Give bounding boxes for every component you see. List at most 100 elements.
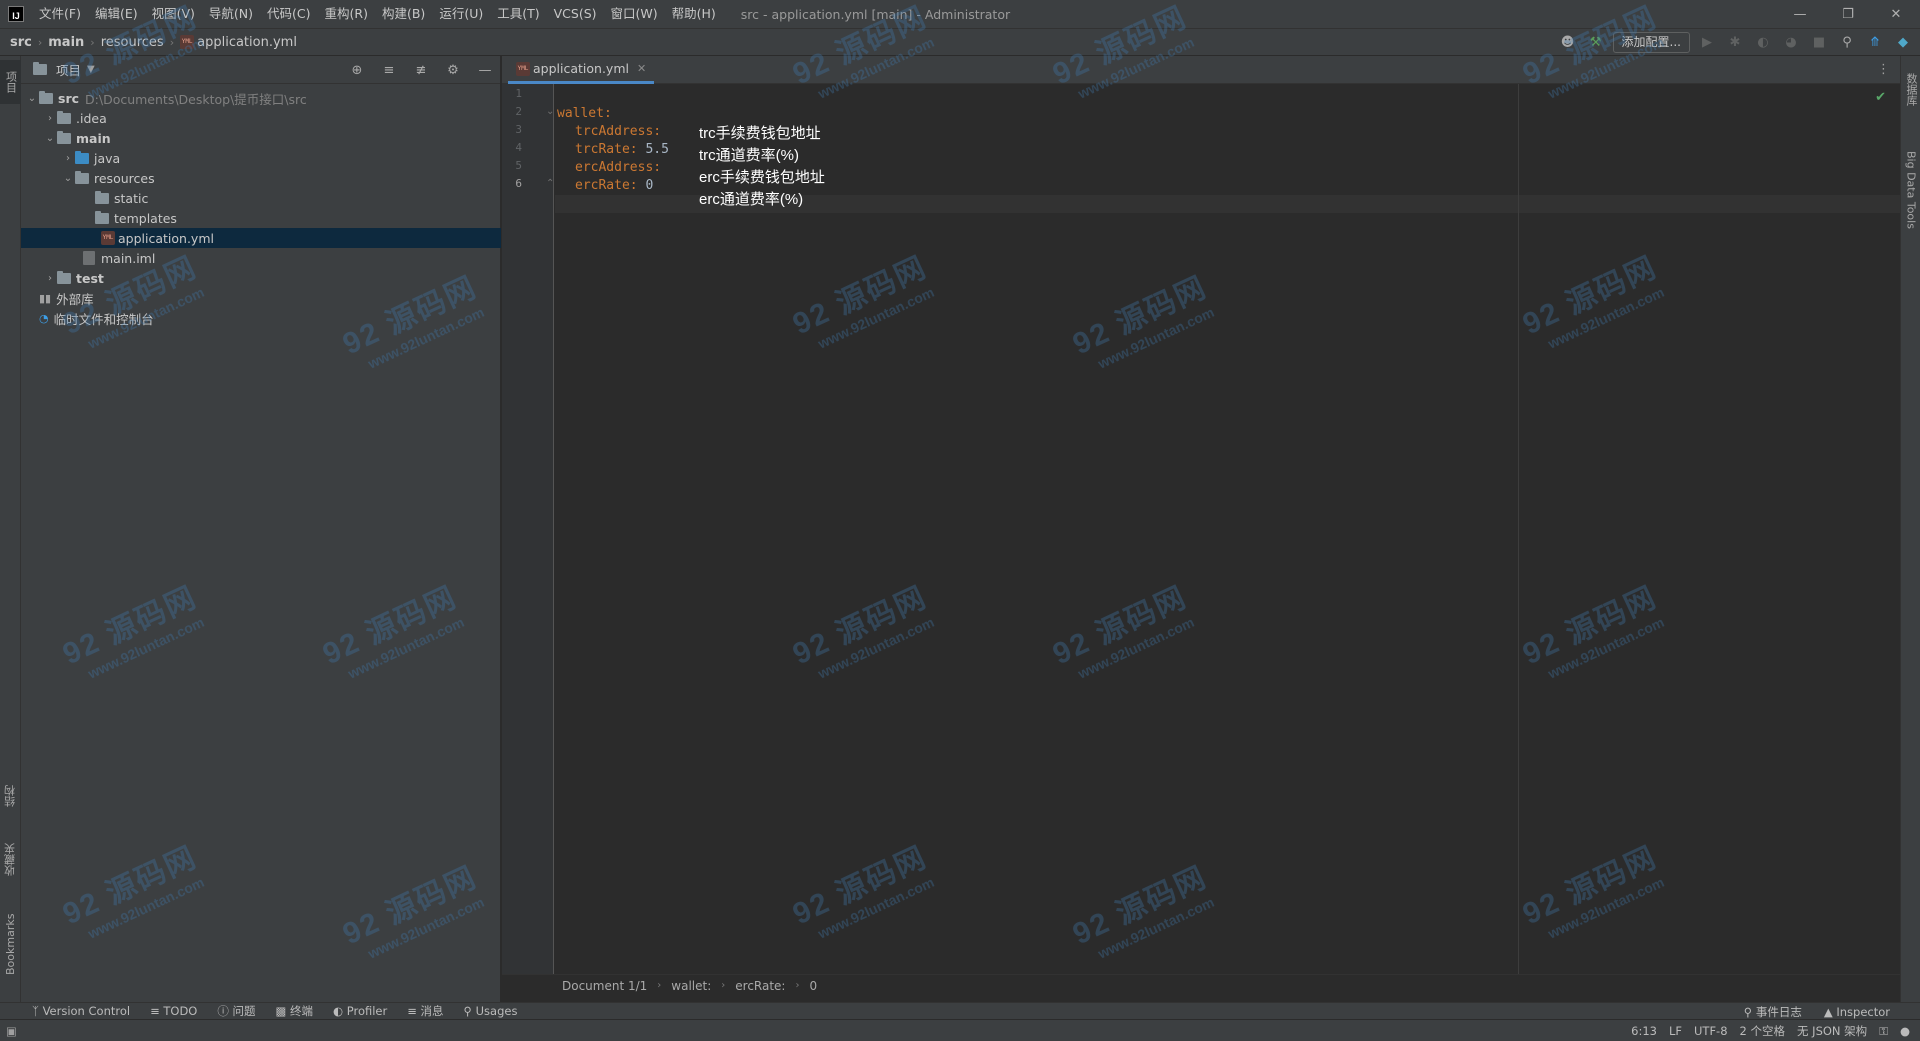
- breadcrumb-file[interactable]: application.yml: [197, 35, 297, 50]
- tree-item-resources[interactable]: ⌄ resources: [21, 168, 501, 188]
- yaml-key: ercAddress:: [575, 160, 662, 175]
- menu-tools[interactable]: 工具(T): [490, 0, 546, 28]
- user-icon[interactable]: ☻: [1557, 32, 1579, 54]
- terminal-tab[interactable]: ▩ 终端: [276, 1003, 314, 1019]
- fold-end-icon[interactable]: ⌃: [546, 178, 554, 189]
- breadcrumb-value[interactable]: 0: [809, 979, 817, 993]
- favorites-tool-tab[interactable]: 收藏夹: [0, 836, 21, 884]
- right-tool-strip: 数据库 Big Data Tools: [1900, 56, 1920, 1002]
- database-tool-tab[interactable]: 数据库: [1901, 64, 1920, 114]
- menu-window[interactable]: 窗口(W): [604, 0, 665, 28]
- usages-tab[interactable]: ⚲ Usages: [464, 1004, 518, 1018]
- tree-item-external-libraries[interactable]: ▮▮ 外部库: [21, 288, 501, 308]
- tree-item-templates[interactable]: templates: [21, 208, 501, 228]
- plugin-icon[interactable]: ◆: [1892, 32, 1914, 54]
- tree-item-src[interactable]: ⌄ src D:\Documents\Desktop\提币接口\src: [21, 88, 501, 108]
- add-configuration-button[interactable]: 添加配置...: [1612, 32, 1690, 53]
- breadcrumb-resources[interactable]: resources: [101, 35, 164, 50]
- tree-item-java[interactable]: › java: [21, 148, 501, 168]
- project-view-selector[interactable]: 项目: [56, 60, 81, 79]
- close-icon[interactable]: ✕: [1872, 0, 1920, 28]
- caret-position[interactable]: 6:13: [1631, 1024, 1657, 1038]
- breadcrumb-ercrate[interactable]: ercRate:: [735, 979, 785, 993]
- chevron-down-icon[interactable]: ⌄: [43, 133, 57, 144]
- structure-tool-tab[interactable]: 结构: [0, 776, 21, 816]
- chevron-down-icon[interactable]: ⌄: [25, 93, 39, 104]
- json-schema[interactable]: 无 JSON 架构: [1797, 1023, 1867, 1039]
- menu-code[interactable]: 代码(C): [260, 0, 317, 28]
- profiler-tab[interactable]: ◐ Profiler: [333, 1004, 387, 1018]
- lock-icon[interactable]: ⚿: [1879, 1024, 1888, 1039]
- search-icon[interactable]: ⚲: [1836, 32, 1858, 54]
- collapse-all-icon[interactable]: ≢: [410, 59, 432, 81]
- list-icon: ≡: [150, 1004, 164, 1018]
- stop-icon[interactable]: ■: [1808, 32, 1830, 54]
- todo-tab[interactable]: ≡ TODO: [150, 1004, 197, 1018]
- menu-view[interactable]: 视图(V): [145, 0, 202, 28]
- yaml-value: 5.5: [637, 142, 669, 157]
- tool-window-bar: ᛉ Version Control ≡ TODO ⓘ 问题 ▩ 终端 ◐ Pro…: [0, 1002, 1920, 1019]
- annotation-erc-address: erc手续费钱包地址: [699, 169, 825, 186]
- menu-edit[interactable]: 编辑(E): [88, 0, 145, 28]
- debug-icon[interactable]: ✱: [1724, 32, 1746, 54]
- bookmarks-tool-tab[interactable]: Bookmarks: [0, 902, 21, 986]
- memory-indicator-icon[interactable]: ●: [1900, 1024, 1910, 1038]
- minimize-icon[interactable]: —: [1776, 0, 1824, 28]
- menu-run[interactable]: 运行(U): [432, 0, 490, 28]
- version-control-tab[interactable]: ᛉ Version Control: [32, 1004, 130, 1018]
- run-icon[interactable]: ▶: [1696, 32, 1718, 54]
- chevron-down-icon[interactable]: ⌄: [61, 173, 75, 184]
- tree-item-test[interactable]: › test: [21, 268, 501, 288]
- locate-icon[interactable]: ⊕: [346, 59, 368, 81]
- chevron-right-icon[interactable]: ›: [61, 153, 75, 164]
- project-tool-tab[interactable]: 项目: [0, 60, 21, 104]
- chevron-right-icon[interactable]: ›: [43, 113, 57, 124]
- hide-icon[interactable]: —: [474, 59, 496, 81]
- menu-refactor[interactable]: 重构(R): [318, 0, 375, 28]
- menu-file[interactable]: 文件(F): [32, 0, 88, 28]
- more-options-icon[interactable]: ⋮: [1877, 62, 1890, 77]
- messages-tab[interactable]: ≡ 消息: [407, 1003, 443, 1019]
- editor-breadcrumb: Document 1/1 › wallet: › ercRate: › 0: [502, 974, 1900, 996]
- event-log-tab[interactable]: ⚲ 事件日志: [1744, 1004, 1802, 1020]
- build-hammer-icon[interactable]: ⚒: [1585, 32, 1607, 54]
- tree-item-scratches[interactable]: ◔ 临时文件和控制台: [21, 308, 501, 328]
- menu-navigate[interactable]: 导航(N): [202, 0, 260, 28]
- menu-help[interactable]: 帮助(H): [665, 0, 723, 28]
- breadcrumb-wallet[interactable]: wallet:: [671, 979, 711, 993]
- gear-icon[interactable]: ⚙: [442, 59, 464, 81]
- breadcrumb-document[interactable]: Document 1/1: [562, 979, 647, 993]
- problems-tab[interactable]: ⓘ 问题: [217, 1003, 255, 1019]
- indent-setting[interactable]: 2 个空格: [1740, 1023, 1785, 1039]
- yaml-value: 0: [637, 178, 654, 193]
- tree-item-application-yml[interactable]: YML application.yml: [21, 228, 501, 248]
- code-editor[interactable]: ✔ wallet: trcAddress: trcRate: 5.5 ercAd…: [555, 84, 1900, 974]
- tree-item-main-iml[interactable]: main.iml: [21, 248, 501, 268]
- close-icon[interactable]: ✕: [637, 62, 646, 75]
- inspector-tab[interactable]: ▲ Inspector: [1824, 1005, 1890, 1019]
- file-encoding[interactable]: UTF-8: [1694, 1024, 1728, 1038]
- profile-icon[interactable]: ◕: [1780, 32, 1802, 54]
- tree-item-idea[interactable]: › .idea: [21, 108, 501, 128]
- code-line-6: ercRate: 0: [575, 177, 653, 195]
- tree-item-main[interactable]: ⌄ main: [21, 128, 501, 148]
- menu-vcs[interactable]: VCS(S): [547, 0, 604, 28]
- menu-build[interactable]: 构建(B): [375, 0, 432, 28]
- status-bar: ▣ 6:13 LF UTF-8 2 个空格 无 JSON 架构 ⚿ ●: [0, 1019, 1920, 1041]
- coverage-icon[interactable]: ◐: [1752, 32, 1774, 54]
- big-data-tools-tab[interactable]: Big Data Tools: [1901, 140, 1920, 240]
- fold-icon[interactable]: ⌄: [546, 106, 554, 117]
- breadcrumb-src[interactable]: src: [10, 35, 32, 50]
- tab-label: 问题: [232, 1004, 256, 1018]
- toggle-tool-windows-icon[interactable]: ▣: [6, 1024, 17, 1038]
- chevron-down-icon[interactable]: ▼: [87, 64, 95, 75]
- tab-application-yml[interactable]: YML application.yml ✕: [508, 56, 655, 84]
- line-separator[interactable]: LF: [1669, 1024, 1682, 1038]
- tree-item-static[interactable]: static: [21, 188, 501, 208]
- info-icon: ⓘ: [217, 1004, 233, 1018]
- chevron-right-icon[interactable]: ›: [43, 273, 57, 284]
- expand-all-icon[interactable]: ≡: [378, 59, 400, 81]
- restore-icon[interactable]: ❐: [1824, 0, 1872, 28]
- breadcrumb-main[interactable]: main: [48, 35, 84, 50]
- update-icon[interactable]: ⤊: [1864, 32, 1886, 54]
